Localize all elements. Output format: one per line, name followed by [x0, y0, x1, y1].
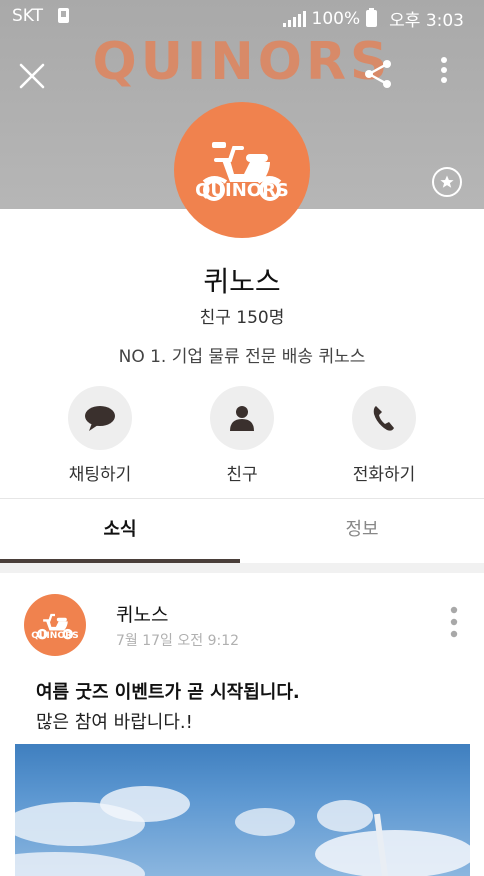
post-headline: 여름 굿즈 이벤트가 곧 시작됩니다.: [36, 682, 300, 703]
post-more-button[interactable]: [440, 604, 468, 644]
status-bar: SKT 100% 오후 3:03: [0, 0, 484, 32]
profile-actions: 채팅하기 친구 전화하기: [0, 386, 484, 486]
post-author-name[interactable]: 퀴노스: [116, 600, 168, 627]
battery-icon: [366, 8, 378, 27]
friend-count: 친구 150명: [199, 308, 285, 328]
post-image[interactable]: [15, 744, 470, 876]
post-body: 많은 참여 바랍니다.!: [36, 712, 193, 733]
call-button-label: 전화하기: [352, 465, 416, 485]
scooter-logo-icon: QUINORS: [31, 613, 79, 641]
post-author-avatar[interactable]: QUINORS: [24, 594, 86, 656]
friend-button[interactable]: 친구: [182, 386, 302, 485]
more-options-button[interactable]: [428, 54, 460, 90]
share-button[interactable]: [360, 56, 396, 92]
call-button[interactable]: 전화하기: [324, 386, 444, 485]
chat-button-label: 채팅하기: [68, 465, 132, 485]
profile-avatar[interactable]: QUINORS: [174, 102, 310, 238]
close-button[interactable]: [14, 58, 50, 94]
post-logo-text: QUINORS: [31, 631, 78, 641]
share-icon: [365, 60, 391, 88]
sim-card-icon: [58, 8, 69, 23]
tab-news[interactable]: 소식: [0, 499, 240, 563]
vertical-dots-icon: [441, 57, 447, 83]
profile-logo-text: QUINORS: [195, 180, 289, 201]
profile-name: 퀴노스: [203, 265, 281, 298]
post-timestamp: 7월 17일 오전 9:12: [116, 633, 240, 649]
vertical-dots-icon: [450, 606, 458, 638]
scooter-logo-icon: QUINORS: [195, 142, 289, 201]
person-icon: [230, 406, 254, 431]
sky-clouds-image: [15, 786, 470, 876]
friend-button-label: 친구: [226, 465, 258, 485]
signal-icon: [282, 10, 306, 27]
battery-percent: 100%: [311, 8, 361, 29]
star-icon: [440, 175, 454, 188]
profile-tabs: 소식 정보: [0, 499, 484, 563]
carrier-label: SKT: [12, 6, 44, 26]
chat-bubble-icon: [85, 406, 115, 431]
tab-content-gap: [0, 563, 484, 573]
close-icon: [19, 63, 45, 89]
profile-description: NO 1. 기업 물류 전문 배송 퀴노스: [118, 347, 366, 367]
chat-button[interactable]: 채팅하기: [40, 386, 160, 485]
tab-info[interactable]: 정보: [242, 499, 482, 563]
cover-brand-watermark: QUINORS: [92, 32, 392, 92]
clock: 오후 3:03: [389, 11, 464, 31]
favorite-button[interactable]: [432, 167, 462, 197]
phone-icon: [373, 406, 394, 431]
